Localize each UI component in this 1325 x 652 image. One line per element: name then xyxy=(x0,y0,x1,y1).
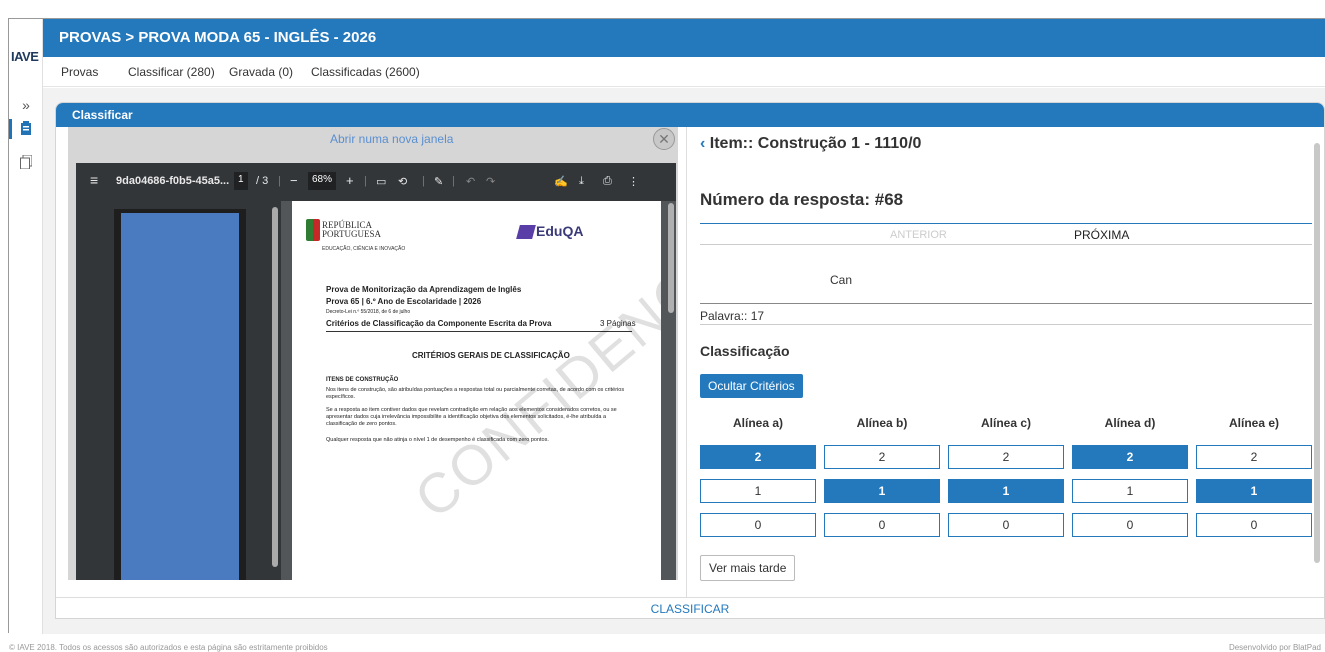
item-title-text: Item:: Construção 1 - 1110/0 xyxy=(709,135,922,152)
divider: | xyxy=(452,175,455,187)
divider xyxy=(700,324,1312,325)
eduqa-logo-mark xyxy=(516,225,536,239)
more-icon[interactable]: ⋮ xyxy=(628,175,639,188)
pdf-viewer-area: Abrir numa nova janela ✕ ≡ 9da04686-f0b5… xyxy=(68,127,678,580)
answer-text: Can xyxy=(830,273,853,287)
panel-divider xyxy=(686,127,687,597)
alinea-a-header: Alínea a) xyxy=(732,416,783,430)
print-icon[interactable]: ⎙ xyxy=(603,175,612,188)
previous-button[interactable]: ANTERIOR xyxy=(890,229,947,241)
page-total: / 3 xyxy=(256,175,269,187)
page-number-input[interactable]: 1 xyxy=(234,172,248,190)
nav-line xyxy=(700,244,1312,245)
left-sidebar: IAVE » xyxy=(9,19,43,634)
thumb-scrollbar[interactable] xyxy=(272,207,278,567)
open-new-window-link[interactable]: Abrir numa nova janela xyxy=(330,132,453,146)
hide-criteria-button[interactable]: Ocultar Critérios xyxy=(700,374,803,398)
zoom-in-icon[interactable]: + xyxy=(346,173,354,188)
alinea-c-header: Alínea c) xyxy=(980,416,1031,430)
score-cell-d-2[interactable]: 2 xyxy=(1072,445,1188,469)
page-thumbnail[interactable] xyxy=(121,213,239,580)
sign-icon[interactable]: ✍ xyxy=(554,175,568,188)
nav-tabs: Provas Classificar (280) Gravada (0) Cla… xyxy=(43,57,1325,87)
iave-logo: IAVE xyxy=(11,49,39,64)
zoom-out-icon[interactable]: − xyxy=(290,173,298,188)
alinea-e-header: Alínea e) xyxy=(1228,416,1279,430)
footer-credit: Desenvolvido por BlatPad xyxy=(1228,643,1321,652)
doc-decree: Decreto-Lei n.º 55/2018, de 6 de julho xyxy=(326,309,411,315)
republica-logo xyxy=(306,219,320,241)
doc-criteria: Critérios de Classificação da Componente… xyxy=(326,319,552,328)
divider: | xyxy=(422,175,425,187)
classify-card: Classificar Abrir numa nova janela ✕ ≡ 9… xyxy=(55,102,1325,619)
tab-classificadas[interactable]: Classificadas (2600) xyxy=(311,65,420,79)
download-icon[interactable]: ⤓ xyxy=(579,175,584,188)
redo-icon[interactable]: ↷ xyxy=(486,175,495,188)
menu-icon[interactable]: ≡ xyxy=(90,172,98,188)
classification-heading: Classificação xyxy=(700,343,790,359)
score-cell-c-1[interactable]: 1 xyxy=(948,479,1064,503)
tab-gravada[interactable]: Gravada (0) xyxy=(229,65,293,79)
score-cell-e-1[interactable]: 1 xyxy=(1196,479,1312,503)
pdf-scrollbar[interactable] xyxy=(668,203,674,313)
clipboard-icon[interactable] xyxy=(19,121,33,137)
card-header: Classificar xyxy=(56,103,1324,127)
back-chevron-icon[interactable]: ‹ xyxy=(700,135,710,152)
score-cell-b-1[interactable]: 1 xyxy=(824,479,940,503)
eduqa-logo: EduQA xyxy=(536,223,584,239)
doc-subsection: ITENS DE CONSTRUÇÃO xyxy=(326,377,399,383)
tab-provas[interactable]: Provas xyxy=(61,65,98,79)
active-indicator xyxy=(9,119,12,139)
rotate-icon[interactable]: ⟲ xyxy=(398,175,407,188)
response-number: Número da resposta: #68 xyxy=(700,190,904,209)
next-button[interactable]: PRÓXIMA xyxy=(1074,228,1129,242)
view-later-button[interactable]: Ver mais tarde xyxy=(700,555,796,581)
fit-page-icon[interactable]: ▭ xyxy=(376,175,386,188)
zoom-input[interactable]: 68% xyxy=(308,172,337,190)
undo-icon[interactable]: ↶ xyxy=(466,175,475,188)
rep-text: REPÚBLICA PORTUGUESA EDUCAÇÃO, CIÊNCIA E… xyxy=(322,220,406,253)
score-cell-e-0[interactable]: 0 xyxy=(1196,513,1312,537)
page-title: PROVAS > PROVA MODA 65 - INGLÊS - 2026 xyxy=(59,29,377,46)
score-cell-b-2[interactable]: 2 xyxy=(824,445,940,469)
score-cell-c-0[interactable]: 0 xyxy=(948,513,1064,537)
alinea-d-header: Alínea d) xyxy=(1104,416,1156,430)
classify-submit-button[interactable]: CLASSIFICAR xyxy=(56,597,1324,618)
divider: | xyxy=(278,175,281,187)
answer-divider xyxy=(700,303,1312,304)
card-title: Classificar xyxy=(72,108,133,122)
word-count: Palavra:: 17 xyxy=(700,309,765,323)
doc-subtitle: Prova 65 | 6.º Ano de Escolaridade | 202… xyxy=(326,297,482,306)
top-header: PROVAS > PROVA MODA 65 - INGLÊS - 2026 xyxy=(43,19,1325,57)
annotate-icon[interactable]: ✎ xyxy=(434,175,443,188)
score-cell-a-2[interactable]: 2 xyxy=(700,445,816,469)
tab-classificar[interactable]: Classificar (280) xyxy=(128,65,215,79)
alinea-b-header: Alínea b) xyxy=(856,416,908,430)
watermark: CONFIDENCIAL xyxy=(402,201,661,531)
score-cell-a-1[interactable]: 1 xyxy=(700,479,816,503)
score-cell-d-1[interactable]: 1 xyxy=(1072,479,1188,503)
score-cell-e-2[interactable]: 2 xyxy=(1196,445,1312,469)
score-cell-a-0[interactable]: 0 xyxy=(700,513,816,537)
pdf-body: REPÚBLICA PORTUGUESA EDUCAÇÃO, CIÊNCIA E… xyxy=(76,201,676,580)
doc-title: Prova de Monitorização da Aprendizagem d… xyxy=(326,285,522,294)
score-cell-c-2[interactable]: 2 xyxy=(948,445,1064,469)
score-cell-d-0[interactable]: 0 xyxy=(1072,513,1188,537)
grading-panel: ‹ Item:: Construção 1 - 1110/0 Número da… xyxy=(700,127,1312,597)
double-chevron-right-icon[interactable]: » xyxy=(19,97,33,113)
divider: | xyxy=(364,175,367,187)
close-icon[interactable]: ✕ xyxy=(653,128,675,150)
pdf-toolbar: ≡ 9da04686-f0b5-45a5... 1 / 3 | − 68% + … xyxy=(76,163,676,201)
score-cell-b-0[interactable]: 0 xyxy=(824,513,940,537)
thumbnail-panel xyxy=(76,201,281,580)
nav-line xyxy=(700,223,1312,224)
documents-icon[interactable] xyxy=(19,154,33,171)
app-window: IAVE » PROVAS > PROVA MODA 65 - INGLÊS -… xyxy=(8,18,1325,652)
pdf-filename: 9da04686-f0b5-45a5... xyxy=(116,175,230,187)
item-title[interactable]: ‹ Item:: Construção 1 - 1110/0 xyxy=(700,135,921,153)
right-scrollbar[interactable] xyxy=(1314,143,1320,563)
footer-copyright: © IAVE 2018. Todos os acessos são autori… xyxy=(9,643,328,652)
pdf-page: REPÚBLICA PORTUGUESA EDUCAÇÃO, CIÊNCIA E… xyxy=(292,201,661,580)
